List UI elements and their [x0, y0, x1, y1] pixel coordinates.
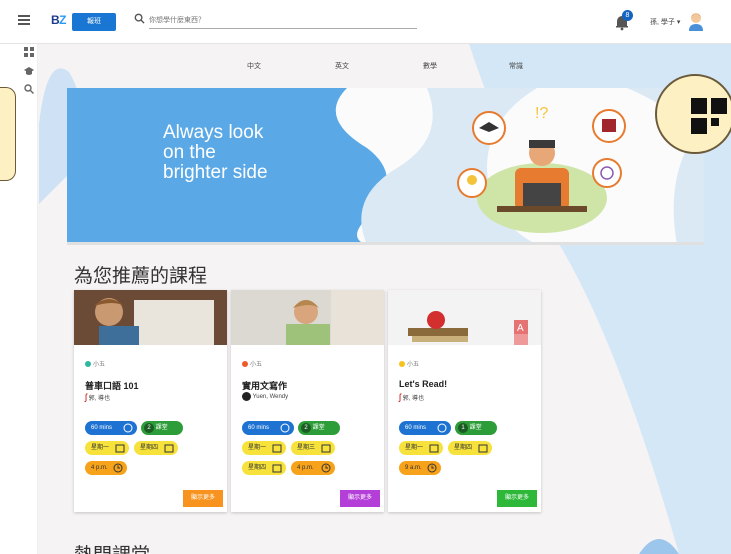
hot-courses-title: 熱門課堂	[74, 540, 150, 554]
calendar-icon	[115, 444, 125, 453]
timer-icon	[280, 423, 290, 433]
time-pill: 4 p.m.	[85, 461, 127, 475]
top-bar: BZ 報班 8 孫, 學子 ▾	[0, 0, 731, 44]
course-title: Let's Read!	[399, 379, 448, 389]
course-title: 實用文寫作	[242, 381, 288, 391]
duration-pill: 60 mins	[242, 421, 294, 435]
level-tag: 小五	[85, 359, 105, 368]
graduation-cap-icon[interactable]	[24, 66, 34, 76]
timer-icon	[437, 423, 447, 433]
show-more-button[interactable]: 顯示更多	[496, 490, 537, 507]
sessions-pill: 2 課堂	[298, 421, 340, 435]
teacher: ʃ 郭, 導也	[399, 392, 425, 402]
day-pill: 星期一	[399, 441, 443, 455]
logo[interactable]: BZ	[51, 13, 67, 27]
hero-banner: !? Always look on the brighter side	[67, 88, 704, 245]
course-card[interactable]: 小五 實用文寫作 Yuen, Wendy 60 mins 2 課堂 星期一 星期…	[231, 290, 384, 512]
notification-badge: 8	[622, 10, 633, 21]
clock-icon	[113, 463, 123, 473]
app-window: BZ 報班 8 孫, 學子 ▾ 中文 英文 數學 常識	[0, 0, 731, 554]
svg-text:!?: !?	[535, 105, 548, 122]
calendar-icon	[272, 444, 282, 453]
sessions-pill: 1 課堂	[455, 421, 497, 435]
day-pill: 星期一	[85, 441, 129, 455]
time-pill: 9 a.m.	[399, 461, 441, 475]
day-pill: 星期四	[448, 441, 492, 455]
search-icon[interactable]	[24, 84, 34, 94]
recommended-title: 為您推薦的課程	[74, 266, 208, 287]
qr-code-icon	[691, 98, 727, 134]
course-image	[231, 290, 384, 345]
show-more-button[interactable]: 顯示更多	[182, 490, 223, 507]
course-title: 普車口語 101	[85, 381, 139, 391]
course-image	[74, 290, 227, 345]
level-tag: 小五	[399, 359, 419, 368]
calendar-icon	[321, 444, 331, 453]
search-icon	[134, 13, 145, 24]
enroll-button[interactable]: 報班	[72, 13, 116, 31]
day-pill: 星期三	[291, 441, 335, 455]
teacher: Yuen, Wendy	[242, 392, 288, 401]
duration-pill: 60 mins	[399, 421, 451, 435]
search-input[interactable]	[149, 12, 417, 29]
nav-chinese[interactable]: 中文	[247, 61, 261, 71]
day-pill: 星期四	[242, 461, 286, 475]
calendar-icon	[164, 444, 174, 453]
level-tag: 小五	[242, 359, 262, 368]
sessions-pill: 2 課堂	[141, 421, 183, 435]
nav-general-studies[interactable]: 常識	[509, 61, 523, 71]
nav-math[interactable]: 數學	[423, 61, 437, 71]
main-content: 中文 英文 數學 常識 !? Always look on the bright…	[39, 44, 731, 554]
calendar-icon	[478, 444, 488, 453]
duration-pill: 60 mins	[85, 421, 137, 435]
nav-english[interactable]: 英文	[335, 61, 349, 71]
side-overlay-panel	[0, 87, 16, 181]
day-pill: 星期四	[134, 441, 178, 455]
clock-icon	[321, 463, 331, 473]
day-pill: 星期一	[242, 441, 286, 455]
dashboard-icon[interactable]	[24, 47, 34, 57]
avatar[interactable]	[687, 11, 705, 31]
svg-text:A: A	[517, 323, 524, 334]
course-card[interactable]: A 小五 Let's Read! ʃ 郭, 導也 60 mins 1 課堂 星期…	[388, 290, 541, 512]
time-pill: 4 p.m.	[291, 461, 335, 475]
calendar-icon	[429, 444, 439, 453]
timer-icon	[123, 423, 133, 433]
teacher: ʃ 郭, 導也	[85, 392, 111, 402]
show-more-button[interactable]: 顯示更多	[339, 490, 380, 507]
banner-slogan: Always look on the brighter side	[163, 122, 268, 183]
qr-code-badge[interactable]	[655, 74, 731, 154]
menu-icon[interactable]	[18, 15, 30, 25]
user-menu[interactable]: 孫, 學子 ▾	[650, 17, 680, 27]
clock-icon	[427, 463, 437, 473]
course-image: A	[388, 290, 541, 345]
course-card[interactable]: 小五 普車口語 101 ʃ 郭, 導也 60 mins 2 課堂 星期一 星期四…	[74, 290, 227, 512]
calendar-icon	[272, 464, 282, 473]
